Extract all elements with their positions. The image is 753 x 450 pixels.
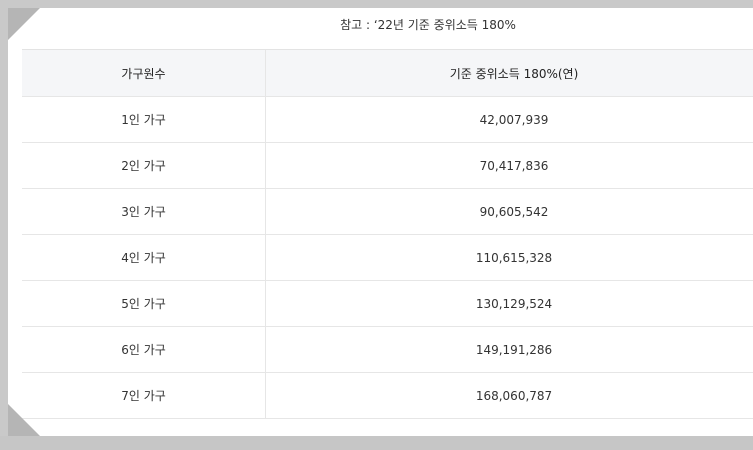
- household-size-cell: 7인 가구: [22, 373, 266, 418]
- header-median-income: 기준 중위소득 180%(연): [449, 66, 579, 81]
- household-size-cell: 1인 가구: [22, 97, 266, 142]
- income-table: 가구원수 기준 중위소득 180%(연) 1인 가구 42,007,939 2인…: [22, 49, 753, 419]
- table-row: 2인 가구 70,417,836: [22, 143, 753, 189]
- table-row: 5인 가구 130,129,524: [22, 281, 753, 327]
- median-income-cell: 130,129,524: [475, 296, 553, 311]
- corner-fold-top-left: [8, 8, 40, 40]
- table-row: 6인 가구 149,191,286: [22, 327, 753, 373]
- household-size-cell: 3인 가구: [22, 189, 266, 234]
- table-row: 1인 가구 42,007,939: [22, 97, 753, 143]
- content-panel: 참고 : ‘22년 기준 중위소득 180% 가구원수 기준 중위소득 180%…: [8, 8, 753, 436]
- median-income-cell: 70,417,836: [479, 158, 549, 173]
- table-row: 7인 가구 168,060,787: [22, 373, 753, 419]
- table-header-row: 가구원수 기준 중위소득 180%(연): [22, 50, 753, 97]
- median-income-cell: 168,060,787: [475, 388, 553, 403]
- table-row: 3인 가구 90,605,542: [22, 189, 753, 235]
- bottom-frame-strip: [0, 436, 753, 450]
- table-caption: 참고 : ‘22년 기준 중위소득 180%: [340, 18, 516, 32]
- household-size-cell: 4인 가구: [22, 235, 266, 280]
- table-row: 4인 가구 110,615,328: [22, 235, 753, 281]
- corner-fold-bottom-left: [8, 404, 40, 436]
- household-size-cell: 5인 가구: [22, 281, 266, 326]
- median-income-cell: 149,191,286: [475, 342, 553, 357]
- household-size-cell: 2인 가구: [22, 143, 266, 188]
- header-household-size: 가구원수: [22, 50, 266, 96]
- household-size-cell: 6인 가구: [22, 327, 266, 372]
- median-income-cell: 42,007,939: [479, 112, 549, 127]
- median-income-cell: 90,605,542: [479, 204, 549, 219]
- median-income-cell: 110,615,328: [475, 250, 553, 265]
